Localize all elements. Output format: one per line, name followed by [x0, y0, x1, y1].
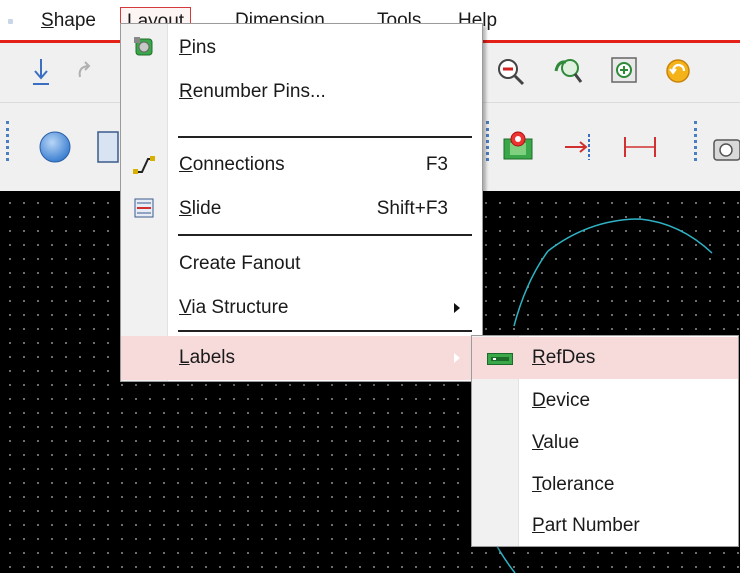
- redo-icon[interactable]: [74, 59, 98, 83]
- submenu-item-tolerance[interactable]: Tolerance: [472, 464, 738, 506]
- menu-separator: [178, 136, 472, 138]
- circle-icon[interactable]: [38, 130, 72, 164]
- connections-icon: [133, 156, 155, 174]
- menu-separator: [178, 330, 472, 332]
- submenu-item-refdes[interactable]: RefDes: [472, 337, 738, 379]
- menu-separator: [178, 234, 472, 236]
- menu-item-pins[interactable]: Pins: [121, 26, 482, 70]
- refresh-icon[interactable]: [664, 57, 692, 85]
- refdes-icon: [487, 353, 513, 365]
- menu-item-labels[interactable]: Labels: [121, 336, 482, 380]
- dimension-edge-icon[interactable]: [562, 131, 596, 163]
- toolbar-grip-2[interactable]: [486, 121, 492, 161]
- zoom-previous-icon[interactable]: [552, 57, 584, 87]
- submenu-item-value[interactable]: Value: [472, 422, 738, 464]
- submenu-arrow-icon: [454, 303, 460, 313]
- menu-item-connections[interactable]: Connections F3: [121, 143, 482, 187]
- camera-icon[interactable]: [712, 133, 740, 163]
- dimension-linear-icon[interactable]: [622, 133, 658, 161]
- pins-icon: [134, 37, 153, 56]
- menu-item-via-structure[interactable]: Via Structure: [121, 286, 482, 330]
- zoom-extents-icon[interactable]: [610, 56, 640, 86]
- submenu-item-device[interactable]: Device: [472, 380, 738, 422]
- layout-menu: Pins Renumber Pins... Connections F3 Sli…: [120, 23, 483, 382]
- zoom-out-icon[interactable]: [496, 57, 526, 87]
- slide-icon: [134, 198, 154, 218]
- submenu-arrow-icon: [454, 353, 460, 363]
- toolbar-grip-3[interactable]: [694, 121, 700, 161]
- menu-bar-grip: [8, 19, 13, 24]
- submenu-item-part-number[interactable]: Part Number: [472, 505, 738, 547]
- menu-item-renumber-pins[interactable]: Renumber Pins...: [121, 70, 482, 114]
- arrow-down-icon[interactable]: [30, 57, 52, 87]
- component-icon[interactable]: [500, 129, 536, 165]
- menu-shape[interactable]: Shape: [35, 7, 102, 35]
- menu-item-create-fanout[interactable]: Create Fanout: [121, 242, 482, 286]
- menu-item-slide[interactable]: Slide Shift+F3: [121, 187, 482, 231]
- board-outline-icon[interactable]: [96, 130, 120, 164]
- toolbar-grip[interactable]: [6, 121, 12, 161]
- labels-submenu: RefDes Device Value Tolerance Part Numbe…: [471, 335, 739, 547]
